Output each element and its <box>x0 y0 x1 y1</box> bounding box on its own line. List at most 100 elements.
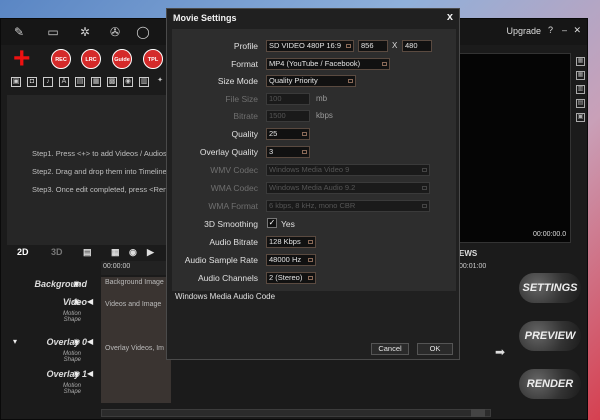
overlay-quality-value: 3 <box>269 147 274 156</box>
file-size-input: 100 <box>266 93 310 105</box>
camera-icon[interactable]: ◘ <box>27 77 37 87</box>
smoothing-value: Yes <box>281 219 295 229</box>
grid-timeline-icon[interactable]: ▦ <box>111 247 120 258</box>
quality-select[interactable]: 25 <box>266 128 310 140</box>
eye-icon[interactable]: ◉ <box>73 279 80 288</box>
split-view-icon[interactable]: ▥ <box>576 85 585 94</box>
track-lane-text: Videos and Image <box>105 301 162 308</box>
track-video: Video ◉ ◀ Motion Shape Videos and Image <box>7 297 171 337</box>
add-media-button[interactable]: + <box>13 44 31 74</box>
folder-icon[interactable]: ▭ <box>45 24 61 40</box>
width-input[interactable]: 856 <box>358 40 388 52</box>
preview-button[interactable]: PREVIEW <box>519 321 581 351</box>
grid-view-icon[interactable]: ▦ <box>576 71 585 80</box>
channels-select[interactable]: 2 (Stereo) <box>266 272 316 284</box>
audio-bitrate-select[interactable]: 128 Kbps <box>266 236 316 248</box>
tile-view-icon[interactable]: ▤ <box>576 99 585 108</box>
track-lane[interactable]: Videos and Image <box>101 301 171 337</box>
channels-label: Audio Channels <box>197 273 258 283</box>
eye-icon[interactable]: ◉ <box>73 337 80 346</box>
track-lane[interactable] <box>101 367 171 403</box>
size-mode-value: Quality Priority <box>269 76 318 85</box>
text-icon[interactable]: A <box>59 77 69 87</box>
timeline-tabs: 2D 3D ▤ ▦ ◉ ▶ <box>7 245 167 261</box>
audio-bitrate-value: 128 Kbps <box>269 237 301 246</box>
file-size-unit: mb <box>316 94 328 103</box>
grid-icon[interactable]: ▦ <box>91 77 101 87</box>
wma-format-label: WMA Format <box>208 201 258 211</box>
gear-icon[interactable]: ✲ <box>77 24 93 40</box>
lrc-button[interactable]: LRC <box>81 49 101 69</box>
wrench-icon[interactable]: ✇ <box>107 24 123 40</box>
arrow-right-icon: ➡ <box>495 345 506 359</box>
preview-timecode: 00:00:00.0 <box>533 231 567 238</box>
wma-format-value: 6 kbps, 8 kHz, mono CBR <box>269 201 356 210</box>
expand-icon[interactable]: ▾ <box>13 337 17 346</box>
cancel-button[interactable]: Cancel <box>371 343 409 355</box>
tab-2d[interactable]: 2D <box>17 247 29 257</box>
tpl-button[interactable]: TPL <box>143 49 163 69</box>
track-name: Overlay 1 <box>46 369 87 379</box>
track-sub: Motion Shape <box>62 351 81 363</box>
help-button[interactable]: ? <box>548 25 553 35</box>
profile-select[interactable]: SD VIDEO 480P 16:9 <box>266 40 354 52</box>
record-icon[interactable]: ◉ <box>129 247 137 258</box>
wmv-codec-select: Windows Media Video 9 <box>266 164 430 176</box>
shape-icon[interactable]: ▤ <box>75 77 85 87</box>
media-toolbar: ▣ ◘ ♪ A ▤ ▦ ▩ ◉ ▥ ✦ <box>11 77 191 91</box>
eye-icon[interactable]: ◉ <box>73 297 80 306</box>
chat-icon[interactable]: ◯ <box>135 24 151 40</box>
movie-settings-dialog: Movie Settings x Profile SD VIDEO 480P 1… <box>166 8 460 360</box>
format-label: Format <box>231 59 258 69</box>
smoothing-checkbox[interactable]: ✓ <box>267 218 277 228</box>
music-icon[interactable]: ♪ <box>43 77 53 87</box>
fullscreen-icon[interactable]: ▣ <box>576 113 585 122</box>
play-icon[interactable]: ▶ <box>147 247 154 258</box>
video-icon[interactable]: ▣ <box>11 77 21 87</box>
flag-icon[interactable]: ▩ <box>107 77 117 87</box>
dialog-title: Movie Settings <box>173 13 237 23</box>
ok-button[interactable]: OK <box>417 343 453 355</box>
settings-button[interactable]: SETTINGS <box>519 273 581 303</box>
quality-value: 25 <box>269 129 278 138</box>
dialog-close-icon[interactable]: x <box>447 11 453 23</box>
layout-icon[interactable]: ▦ <box>576 57 585 66</box>
overlay-quality-select[interactable]: 3 <box>266 146 310 158</box>
timeline-end: 00:01:00 <box>459 263 487 270</box>
speaker-icon[interactable]: ◀ <box>87 297 93 306</box>
file-size-label: File Size <box>225 94 258 104</box>
tab-3d[interactable]: 3D <box>51 247 63 257</box>
sample-rate-select[interactable]: 48000 Hz <box>266 254 316 266</box>
wma-codec-select: Windows Media Audio 9.2 <box>266 182 430 194</box>
close-button[interactable]: ✕ <box>573 25 581 36</box>
track-lane-text: Overlay Videos, Im <box>105 345 165 352</box>
bitrate-unit: kbps <box>316 111 333 120</box>
minimize-button[interactable]: – <box>562 25 567 35</box>
media-library: Step1. Press <+> to add Videos / Audios … <box>7 95 172 245</box>
render-button[interactable]: RENDER <box>519 369 581 399</box>
list-icon[interactable]: ▤ <box>83 247 92 258</box>
track-sub: Motion Shape <box>62 383 81 395</box>
effects-icon[interactable]: ✦ <box>155 77 165 87</box>
timeline-scrollbar[interactable] <box>101 409 491 417</box>
speaker-icon[interactable]: ◀ <box>87 369 93 378</box>
film-icon[interactable]: ▥ <box>139 77 149 87</box>
eye-icon[interactable]: ◉ <box>73 369 80 378</box>
speaker-icon[interactable]: ◀ <box>87 337 93 346</box>
wmv-codec-label: WMV Codec <box>210 165 258 175</box>
palette-icon[interactable]: ◉ <box>123 77 133 87</box>
views-label: EWS <box>459 249 478 258</box>
upgrade-link[interactable]: Upgrade <box>506 26 541 36</box>
magic-wand-icon[interactable]: ✎ <box>11 24 27 40</box>
wma-format-select: 6 kbps, 8 kHz, mono CBR <box>266 200 430 212</box>
rec-button[interactable]: REC <box>51 49 71 69</box>
x-separator: X <box>392 41 398 50</box>
size-mode-label: Size Mode <box>217 76 258 86</box>
wmv-codec-value: Windows Media Video 9 <box>269 165 350 174</box>
scrollbar-thumb[interactable] <box>471 409 485 417</box>
format-select[interactable]: MP4 (YouTube / Facebook) <box>266 58 390 70</box>
height-input[interactable]: 480 <box>402 40 432 52</box>
guide-button[interactable]: Guide <box>112 49 132 69</box>
overlay-quality-label: Overlay Quality <box>199 147 258 157</box>
size-mode-select[interactable]: Quality Priority <box>266 75 356 87</box>
